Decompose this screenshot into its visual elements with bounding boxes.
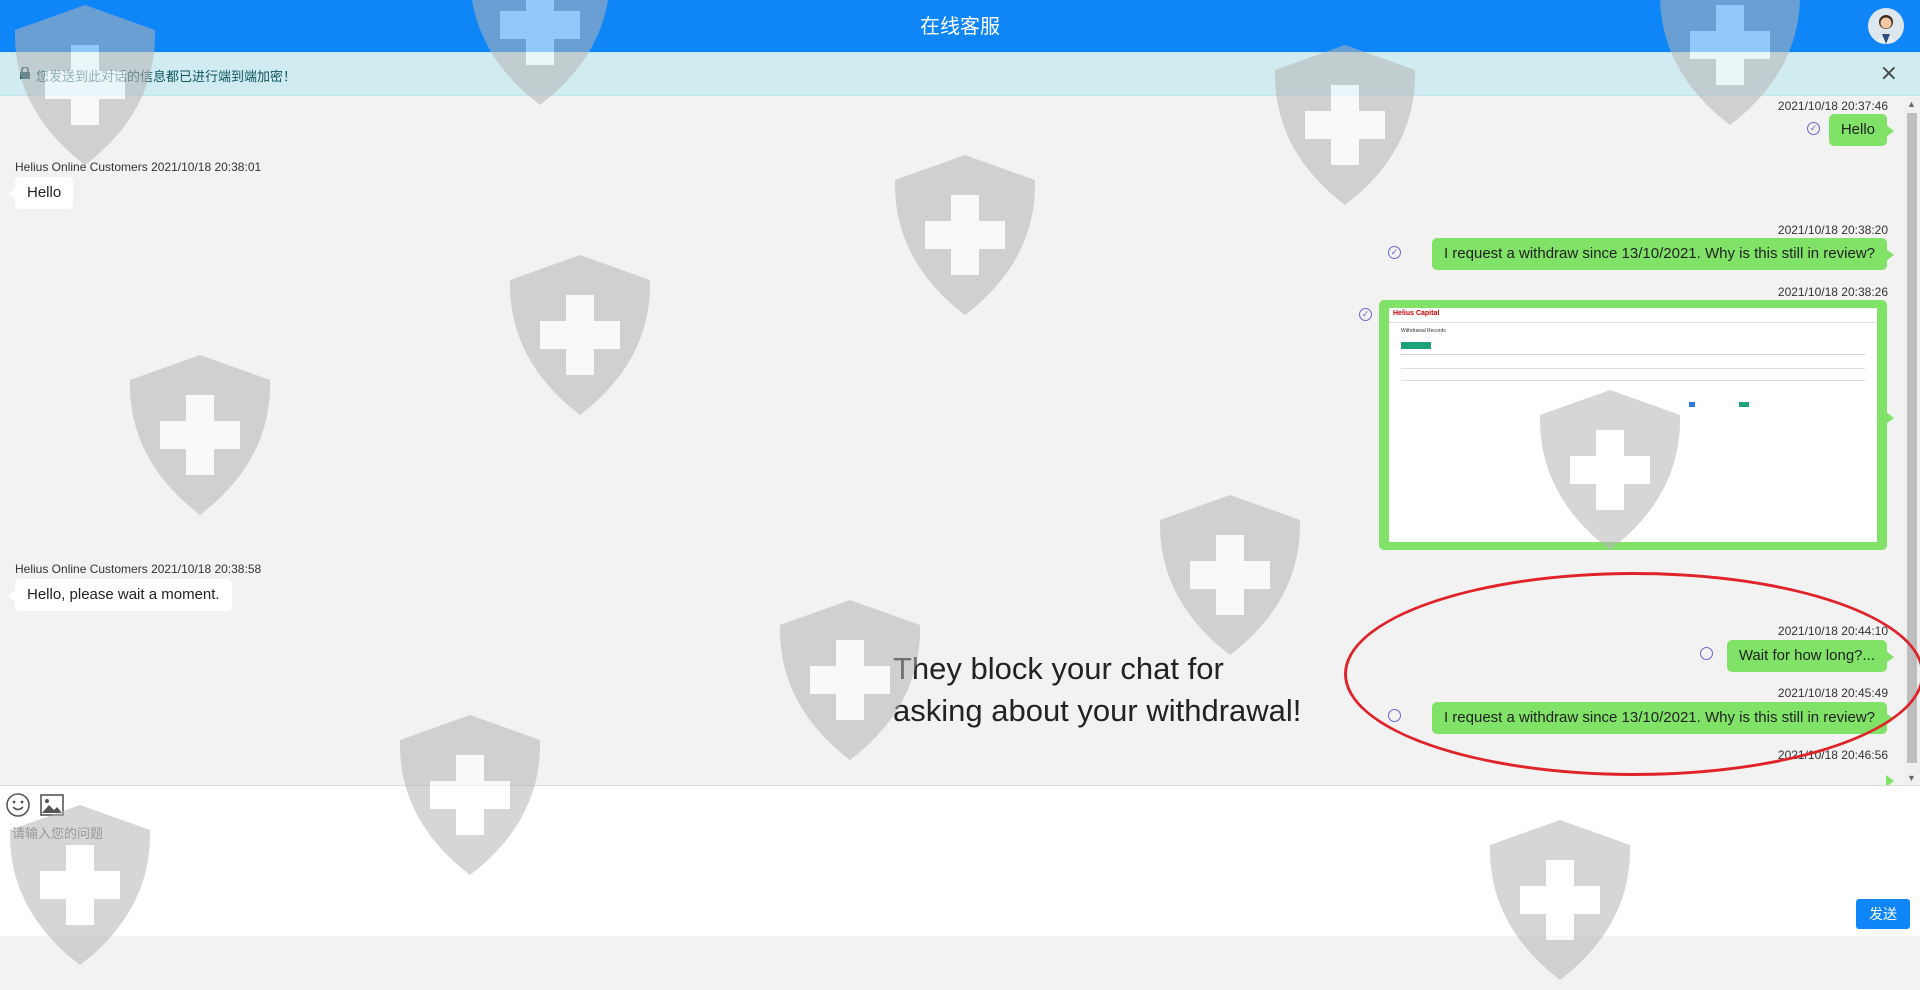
image-upload-icon[interactable] [39,792,65,818]
message-header: Helius Online Customers 2021/10/18 20:38… [15,160,261,174]
encryption-notice-text: 您发送到此对话的信息都已进行端到端加密！ [36,70,297,85]
message-bubble-agent: Hello [7,177,74,209]
lock-icon [20,66,30,83]
sender-name: Helius Online Customers [15,160,148,174]
encryption-notice: 您发送到此对话的信息都已进行端到端加密！ × [0,52,1920,96]
message-header: Helius Online Customers 2021/10/18 20:38… [15,562,261,576]
header-bar: 在线客服 [0,0,1920,52]
withdrawal-screenshot-image[interactable]: Helius Capital Withdrawal Records [1389,308,1877,542]
page-title: 在线客服 [920,14,1000,38]
read-check-icon: ✓ [1359,308,1372,321]
read-check-icon: ✓ [1807,122,1820,135]
annotation-line-1: They block your chat for [893,651,1224,686]
annotation-line-2: asking about your withdrawal! [893,693,1302,728]
read-check-icon: ✓ [1388,246,1401,259]
emoji-icon[interactable] [5,792,31,818]
message-timestamp: 2021/10/18 20:38:26 [1777,285,1888,299]
message-bubble-mine: I request a withdraw since 13/10/2021. W… [1431,238,1895,270]
message-timestamp: 2021/10/18 20:38:58 [151,562,262,576]
screenshot-brand: Helius Capital [1393,310,1440,317]
image-message[interactable]: Helius Capital Withdrawal Records [1379,300,1894,550]
composer: 发送 [0,785,1920,936]
message-bubble-mine: Hello [1828,114,1895,146]
message-bubble-agent: Hello, please wait a moment. [8,579,232,611]
screenshot-title: Withdrawal Records [1401,328,1446,334]
message-timestamp: 2021/10/18 20:37:46 [1777,99,1888,113]
scroll-down-icon[interactable]: ▼ [1907,773,1916,783]
send-button[interactable]: 发送 [1856,899,1910,929]
message-timestamp: 2021/10/18 20:38:01 [151,160,262,174]
annotation-ellipse [1344,572,1920,776]
scroll-up-icon[interactable]: ▲ [1907,99,1916,109]
sender-name: Helius Online Customers [15,562,148,576]
message-input[interactable] [10,826,614,843]
annotation-caption: They block your chat for asking about yo… [893,648,1301,732]
close-icon[interactable]: × [1880,61,1898,86]
message-timestamp: 2021/10/18 20:38:20 [1777,223,1888,237]
avatar[interactable] [1868,8,1904,44]
